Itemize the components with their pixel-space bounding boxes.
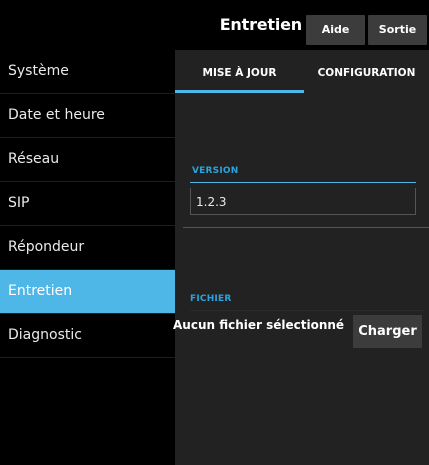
active-tab-indicator	[175, 90, 304, 93]
tab-mise-a-jour[interactable]: MISE À JOUR	[175, 53, 304, 93]
sidebar-item-sip[interactable]: SIP	[0, 182, 175, 226]
top-bar: Entretien Aide Sortie	[0, 0, 429, 50]
tab-configuration[interactable]: CONFIGURATION	[304, 53, 429, 93]
sidebar-item-repondeur[interactable]: Répondeur	[0, 226, 175, 270]
version-label-underline	[190, 182, 416, 183]
sidebar-item-systeme[interactable]: Système	[0, 50, 175, 94]
sidebar-item-date-et-heure[interactable]: Date et heure	[0, 94, 175, 138]
sidebar-item-entretien[interactable]: Entretien	[0, 270, 175, 314]
load-button[interactable]: Charger	[353, 315, 422, 348]
file-status[interactable]: Aucun fichier sélectionné	[173, 318, 344, 332]
exit-button[interactable]: Sortie	[368, 15, 427, 45]
file-label: FICHIER	[190, 294, 232, 304]
tab-bar: MISE À JOUR CONFIGURATION	[175, 53, 429, 93]
version-value: 1.2.3	[196, 195, 227, 209]
file-label-underline	[190, 310, 425, 311]
section-divider	[183, 227, 429, 228]
page-title: Entretien	[219, 15, 302, 34]
version-label: VERSION	[192, 166, 239, 176]
content-panel: MISE À JOUR CONFIGURATION VERSION 1.2.3 …	[173, 50, 429, 465]
sidebar-item-diagnostic[interactable]: Diagnostic	[0, 314, 175, 358]
help-button[interactable]: Aide	[306, 15, 365, 45]
sidebar: Système Date et heure Réseau SIP Réponde…	[0, 50, 175, 465]
sidebar-item-reseau[interactable]: Réseau	[0, 138, 175, 182]
